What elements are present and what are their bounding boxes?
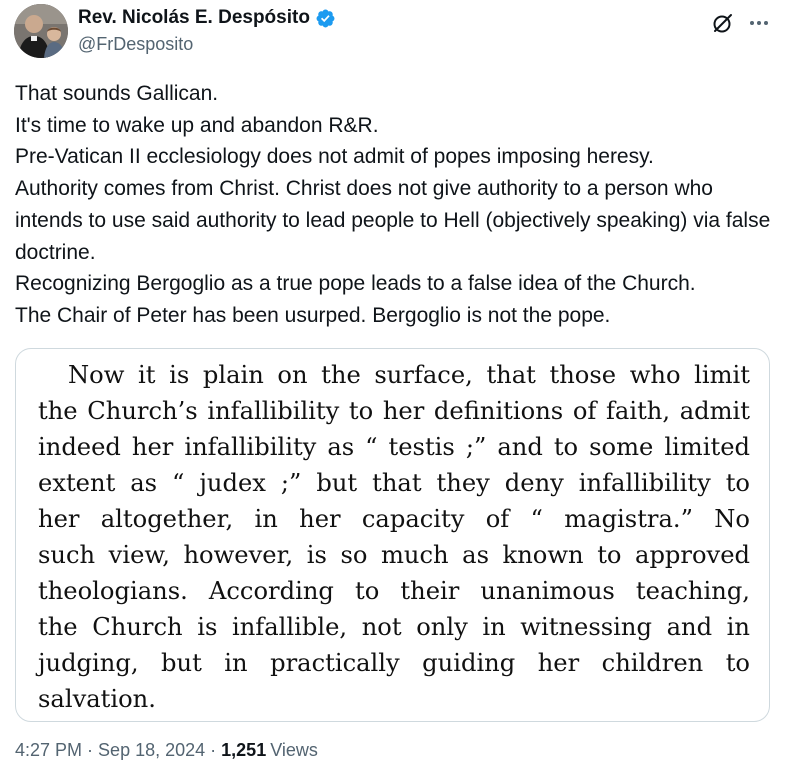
tweet-line: Pre-Vatican II ecclesiology does not adm… xyxy=(15,145,654,169)
name-row: Rev. Nicolás E. Despósito xyxy=(78,6,336,30)
tweet-timestamp-time[interactable]: 4:27 PM xyxy=(15,740,82,761)
author-handle[interactable]: @FrDesposito xyxy=(78,34,336,55)
more-icon[interactable] xyxy=(746,10,772,36)
avatar-photo xyxy=(14,4,68,58)
avatar[interactable] xyxy=(14,4,68,58)
scan-line: her altogether, in her capacity of “ mag… xyxy=(38,505,750,533)
scan-line: indeed her infallibility as “ testis ;” … xyxy=(38,433,750,461)
media-image[interactable]: Now it is plain on the surface, that tho… xyxy=(15,348,770,722)
scan-line: the Church’s infallibility to her defini… xyxy=(38,397,750,425)
tweet-line: It's time to wake up and abandon R&R. xyxy=(15,113,379,137)
scan-line: salvation. xyxy=(38,685,156,713)
scan-line: extent as “ judex ;” but that they deny … xyxy=(38,469,750,497)
verified-badge-icon[interactable] xyxy=(315,8,336,29)
tweet-timestamp-date[interactable]: Sep 18, 2024 xyxy=(98,740,205,761)
meta-separator: · xyxy=(87,740,94,760)
scan-line: such view, however, is so much as known … xyxy=(38,541,750,569)
tweet-text: That sounds Gallican. It's time to wake … xyxy=(15,78,775,332)
scan-line: theologians. According to their unanimou… xyxy=(38,577,750,605)
tweet-header: Rev. Nicolás E. Despósito @FrDesposito xyxy=(14,4,774,60)
views-count: 1,251 xyxy=(221,740,267,760)
author-display-name[interactable]: Rev. Nicolás E. Despósito xyxy=(78,7,310,29)
tweet-line: Recognizing Bergoglio as a true pope lea… xyxy=(15,272,696,296)
scan-line: Now it is plain on the surface, that tho… xyxy=(68,361,750,389)
tweet: Rev. Nicolás E. Despósito @FrDesposito T… xyxy=(0,0,786,781)
views-label: Views xyxy=(270,740,318,760)
author-info: Rev. Nicolás E. Despósito @FrDesposito xyxy=(78,6,336,55)
tweet-meta: 4:27 PM · Sep 18, 2024 · 1,251 Views xyxy=(15,740,318,761)
tweet-line: Authority comes from Christ. Christ does… xyxy=(15,177,771,264)
scanned-text: Now it is plain on the surface, that tho… xyxy=(38,357,750,717)
scan-line: judging, but in practically guiding her … xyxy=(38,649,750,677)
tweet-line: The Chair of Peter has been usurped. Ber… xyxy=(15,303,611,327)
meta-separator: · xyxy=(210,740,217,760)
scan-line: the Church is infallible, not only in wi… xyxy=(38,613,750,641)
grok-icon[interactable] xyxy=(710,10,736,36)
tweet-line: That sounds Gallican. xyxy=(15,82,219,105)
